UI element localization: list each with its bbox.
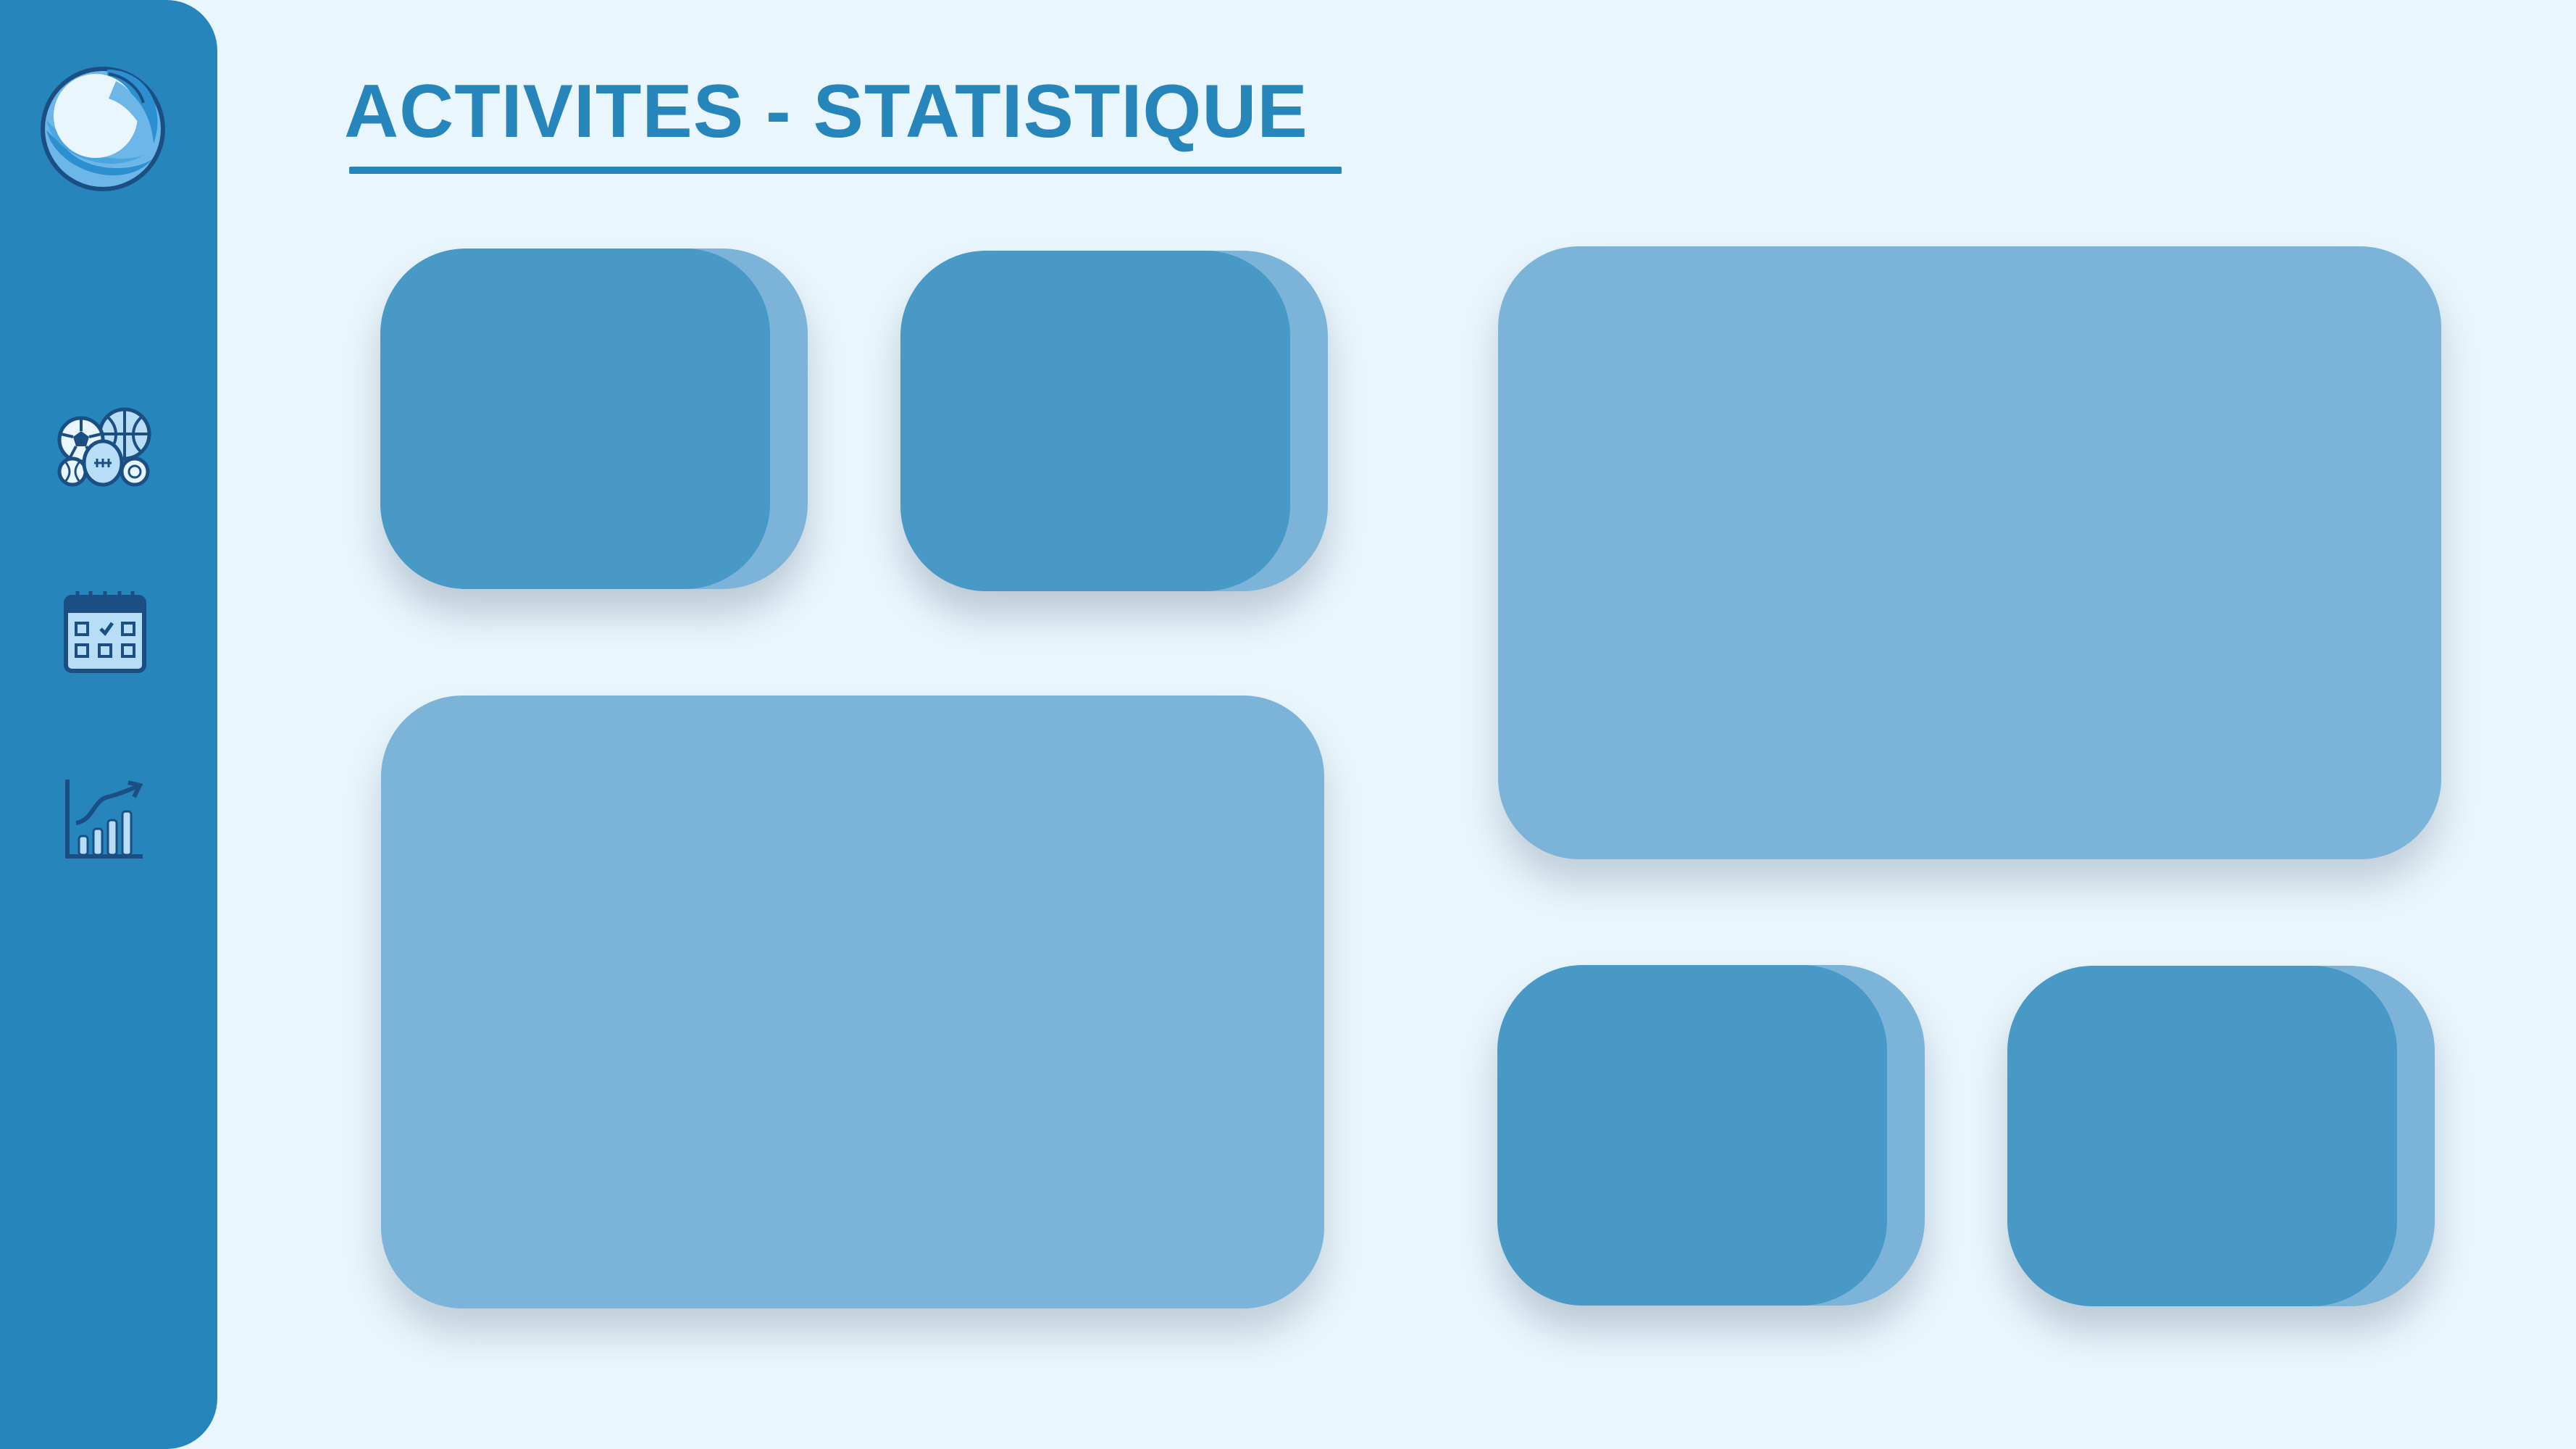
stat-card-4-face bbox=[2007, 966, 2397, 1306]
stat-card-1[interactable] bbox=[380, 249, 808, 589]
title-underline bbox=[349, 167, 1342, 174]
stat-card-3-face bbox=[1497, 965, 1887, 1306]
sidebar-item-activities[interactable] bbox=[51, 391, 159, 500]
sidebar-item-calendar[interactable] bbox=[51, 578, 159, 687]
stat-card-2-face bbox=[900, 251, 1290, 591]
stat-card-3[interactable] bbox=[1497, 965, 1925, 1306]
sidebar bbox=[0, 0, 217, 1449]
sidebar-item-statistics[interactable] bbox=[51, 765, 159, 874]
stat-card-4[interactable] bbox=[2007, 966, 2435, 1306]
stat-panel-top-right[interactable] bbox=[1498, 246, 2441, 859]
statistics-chart-icon bbox=[62, 777, 149, 862]
calendar-icon bbox=[62, 590, 149, 675]
stat-panel-bottom-left[interactable] bbox=[381, 696, 1324, 1308]
wave-logo-icon[interactable] bbox=[38, 64, 168, 194]
sports-balls-icon bbox=[55, 402, 155, 489]
stat-card-1-face bbox=[380, 249, 770, 589]
page-title: ACTIVITES - STATISTIQUE bbox=[344, 70, 1308, 154]
stat-card-2[interactable] bbox=[900, 251, 1328, 591]
